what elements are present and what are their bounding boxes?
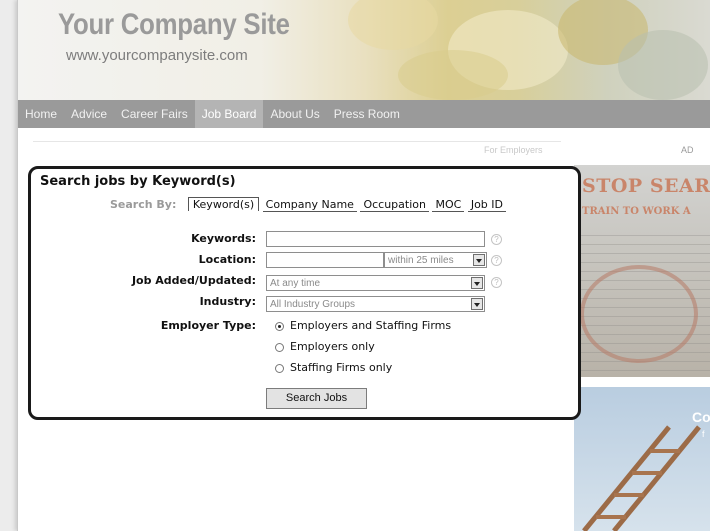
site-title[interactable]: Your Company Site xyxy=(58,8,290,42)
location-label: Location: xyxy=(198,253,256,266)
job-added-select-value: At any time xyxy=(270,278,321,289)
main-nav: Home Advice Career Fairs Job Board About… xyxy=(18,100,710,128)
employer-option-both[interactable]: Employers and Staffing Firms xyxy=(275,319,451,332)
search-by-label: Search By: xyxy=(110,198,177,211)
nav-item-advice[interactable]: Advice xyxy=(64,100,114,128)
radius-select-value: within 25 miles xyxy=(388,255,454,266)
tab-occupation[interactable]: Occupation xyxy=(360,198,429,212)
ad-headline: STOP SEAR xyxy=(582,175,710,197)
tab-job-id[interactable]: Job ID xyxy=(467,198,506,212)
autumn-leaves-decoration xyxy=(398,50,508,100)
autumn-leaves-decoration xyxy=(348,0,438,50)
employer-option-label: Employers only xyxy=(290,340,375,353)
site-header: Your Company Site www.yourcompanysite.co… xyxy=(18,0,710,100)
chevron-down-icon xyxy=(471,298,483,310)
location-help-icon[interactable]: ? xyxy=(491,255,502,266)
nav-item-about-us[interactable]: About Us xyxy=(263,100,326,128)
nav-item-press-room[interactable]: Press Room xyxy=(327,100,407,128)
radio-unselected[interactable] xyxy=(275,342,284,352)
tab-company-name[interactable]: Company Name xyxy=(262,198,357,212)
industry-select[interactable]: All Industry Groups xyxy=(266,296,485,312)
search-panel-title: Search jobs by Keyword(s) xyxy=(40,174,236,189)
nav-item-home[interactable]: Home xyxy=(18,100,64,128)
job-added-select[interactable]: At any time xyxy=(266,275,485,291)
employer-option-label: Staffing Firms only xyxy=(290,361,393,374)
ad-label: AD xyxy=(681,145,694,155)
employer-option-staffing[interactable]: Staffing Firms only xyxy=(275,361,392,374)
keywords-label: Keywords: xyxy=(191,232,256,245)
autumn-leaves-decoration xyxy=(618,30,708,100)
circled-ad-decoration xyxy=(580,265,698,363)
ad-subheadline: TRAIN TO WORK A xyxy=(582,206,691,217)
industry-label: Industry: xyxy=(199,295,256,308)
page: Your Company Site www.yourcompanysite.co… xyxy=(17,0,710,531)
location-input[interactable] xyxy=(266,252,384,268)
employer-option-employers[interactable]: Employers only xyxy=(275,340,375,353)
radio-unselected[interactable] xyxy=(275,363,284,373)
job-search-panel: Search jobs by Keyword(s) Search By: Key… xyxy=(28,166,581,420)
chevron-down-icon xyxy=(471,277,483,289)
divider xyxy=(33,141,561,142)
keywords-help-icon[interactable]: ? xyxy=(491,234,502,245)
nav-item-job-board[interactable]: Job Board xyxy=(194,100,264,128)
employer-option-label: Employers and Staffing Firms xyxy=(290,319,452,332)
search-jobs-button[interactable]: Search Jobs xyxy=(266,388,367,409)
ad-banner-ladder[interactable]: Co f xyxy=(574,387,710,531)
employer-type-label: Employer Type: xyxy=(160,319,256,332)
radius-select[interactable]: within 25 miles xyxy=(384,252,487,268)
tab-keywords[interactable]: Keyword(s) xyxy=(187,197,260,211)
job-added-label: Job Added/Updated: xyxy=(131,274,256,287)
job-added-help-icon[interactable]: ? xyxy=(491,277,502,288)
search-by-tabs: Search By: Keyword(s) Company Name Occup… xyxy=(110,197,506,212)
industry-select-value: All Industry Groups xyxy=(270,299,356,310)
keywords-input[interactable] xyxy=(266,231,485,247)
nav-item-career-fairs[interactable]: Career Fairs xyxy=(114,100,195,128)
site-url: www.yourcompanysite.com xyxy=(66,47,248,64)
for-employers-link[interactable]: For Employers xyxy=(484,145,543,155)
ad-banner-stop-searching[interactable]: STOP SEAR TRAIN TO WORK A xyxy=(574,165,710,377)
radio-selected[interactable] xyxy=(275,321,284,331)
tab-moc[interactable]: MOC xyxy=(432,198,465,212)
ladder-icon xyxy=(582,425,701,531)
chevron-down-icon xyxy=(473,254,485,266)
